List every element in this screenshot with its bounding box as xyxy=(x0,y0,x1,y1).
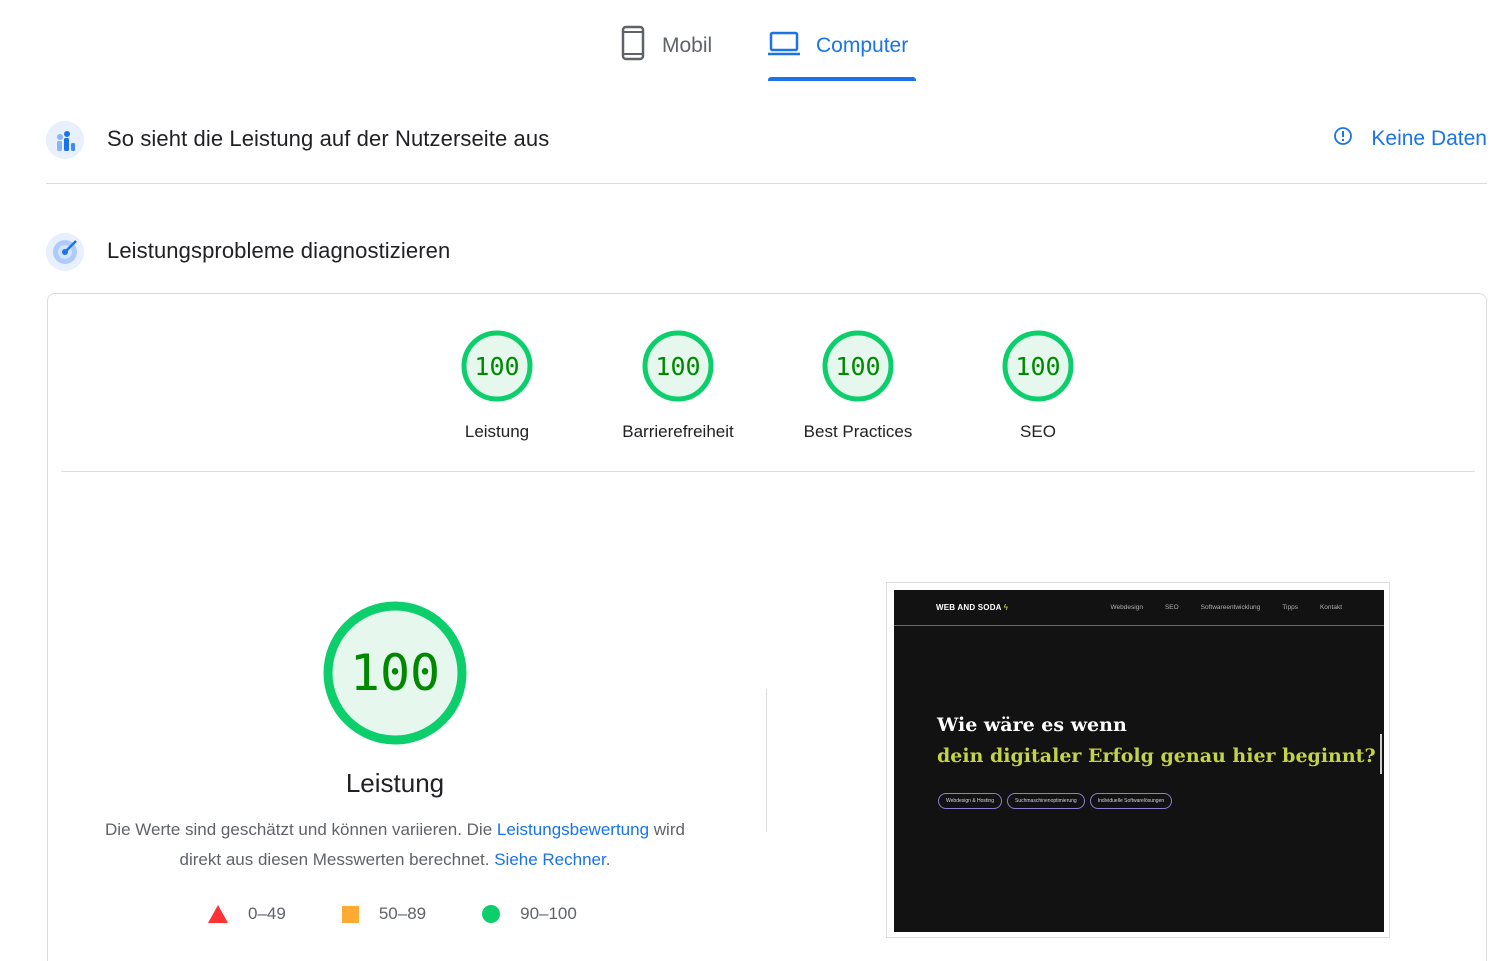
field-data-section: So sieht die Leistung auf der Nutzerseit… xyxy=(46,118,1487,184)
preview-headline-line-2: dein digitaler Erfolg genau hier beginnt… xyxy=(937,745,1376,767)
score-legend: 0–49 50–89 90–100 xyxy=(208,904,633,924)
people-chart-icon xyxy=(46,121,84,159)
gauge-barrierefreiheit[interactable]: 100 Barrierefreiheit xyxy=(588,330,768,442)
score-ring: 100 xyxy=(822,330,894,402)
preview-pill: Webdesign & Hosting xyxy=(938,793,1002,809)
report-card: 100 Leistung 100 Barrierefreiheit 100 Be… xyxy=(47,293,1487,961)
orange-square-icon xyxy=(341,905,359,923)
score-label: Best Practices xyxy=(803,422,913,441)
preview-menu: Webdesign SEO Softwareentwicklung Tipps … xyxy=(1111,604,1342,611)
score-value: 100 xyxy=(655,351,701,381)
preview-headline: Wie wäre es wenn dein digitaler Erfolg g… xyxy=(937,710,1376,772)
preview-menu-item: Softwareentwicklung xyxy=(1200,604,1261,611)
gauge-leistung[interactable]: 100 Leistung xyxy=(407,330,587,442)
score-value: 100 xyxy=(474,351,520,381)
preview-menu-item: SEO xyxy=(1164,604,1179,611)
page-screenshot-preview[interactable]: WEB AND SODA ϟ Webdesign SEO Softwareent… xyxy=(886,582,1390,938)
smartphone-icon xyxy=(620,25,646,67)
no-data-label: Keine Daten xyxy=(1371,127,1487,150)
preview-logo: WEB AND SODA ϟ xyxy=(936,603,1009,612)
preview-pills: Webdesign & Hosting Suchmaschinenoptimie… xyxy=(938,793,1173,809)
preview-navbar: WEB AND SODA ϟ Webdesign SEO Softwareent… xyxy=(894,590,1384,626)
score-label: SEO xyxy=(1020,422,1056,441)
tab-computer[interactable]: Computer xyxy=(768,26,908,66)
preview-menu-item: Webdesign xyxy=(1110,604,1143,611)
preview-text-cursor xyxy=(1380,734,1382,774)
field-data-title: So sieht die Leistung auf der Nutzerseit… xyxy=(107,126,550,151)
tab-mobil-label: Mobil xyxy=(662,34,713,57)
performance-description: Die Werte sind geschätzt und können vari… xyxy=(88,815,702,875)
score-ring: 100 xyxy=(461,330,533,402)
score-value: 100 xyxy=(1015,351,1061,381)
score-ring: 100 xyxy=(642,330,714,402)
desc-text-1: Die Werte sind geschätzt und können vari… xyxy=(105,820,497,839)
no-data-link[interactable]: Keine Daten xyxy=(1333,126,1487,152)
diagnose-section: Leistungsprobleme diagnostizieren xyxy=(46,230,1487,272)
preview-headline-line-1: Wie wäre es wenn xyxy=(937,714,1127,736)
desc-text-3: . xyxy=(605,850,611,869)
preview-pill: Individuelle Softwarelösungen xyxy=(1089,793,1173,809)
green-circle-icon xyxy=(482,905,501,923)
screenshot-image: WEB AND SODA ϟ Webdesign SEO Softwareent… xyxy=(894,590,1384,932)
legend-item-fail: 0–49 xyxy=(208,904,286,924)
diagnose-title: Leistungsprobleme diagnostizieren xyxy=(107,238,451,263)
info-icon xyxy=(1333,126,1353,152)
laptop-icon xyxy=(768,29,800,63)
gauge-seo[interactable]: 100 SEO xyxy=(948,330,1128,442)
preview-pill: Suchmaschinenoptimierung xyxy=(1007,793,1085,809)
device-tabs: Mobil Computer xyxy=(0,0,1510,85)
lighthouse-icon xyxy=(46,233,84,271)
tab-mobil[interactable]: Mobil xyxy=(620,25,713,67)
preview-menu-item: Tipps xyxy=(1282,604,1298,611)
legend-item-pass: 90–100 xyxy=(482,904,577,924)
legend-range: 90–100 xyxy=(520,904,577,923)
legend-item-average: 50–89 xyxy=(341,904,427,924)
score-label: Leistung xyxy=(464,422,530,441)
score-ring: 100 xyxy=(1002,330,1074,402)
performance-label: Leistung xyxy=(345,768,445,798)
vertical-divider xyxy=(766,689,767,832)
active-tab-indicator xyxy=(768,77,916,81)
preview-menu-item: Kontakt xyxy=(1319,604,1342,611)
calculator-link[interactable]: Siehe Rechner xyxy=(494,850,606,869)
score-value: 100 xyxy=(835,351,881,381)
gauge-best-practices[interactable]: 100 Best Practices xyxy=(768,330,948,442)
legend-range: 0–49 xyxy=(248,904,286,923)
legend-range: 50–89 xyxy=(378,904,427,923)
performance-gauge: 100 xyxy=(322,600,468,746)
gauges-divider xyxy=(61,471,1475,472)
tab-computer-label: Computer xyxy=(816,34,909,57)
score-gauges: 100 Leistung 100 Barrierefreiheit 100 Be… xyxy=(48,330,1486,450)
red-triangle-icon xyxy=(208,905,228,923)
performance-score: 100 xyxy=(349,644,441,702)
score-label: Barrierefreiheit xyxy=(622,422,734,441)
performance-score-link[interactable]: Leistungsbewertung xyxy=(497,820,649,839)
